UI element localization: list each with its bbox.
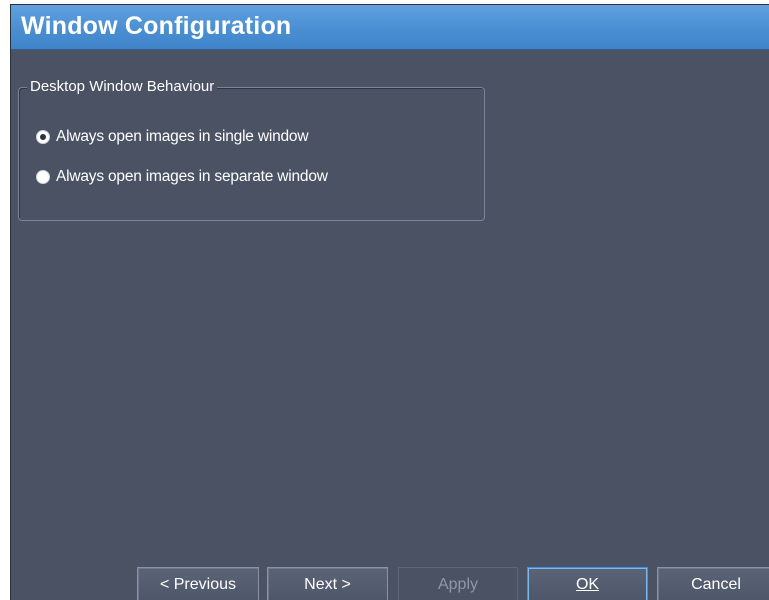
configuration-window: Window Configuration Desktop Window Beha… <box>10 4 769 600</box>
apply-button[interactable]: Apply <box>398 567 518 600</box>
button-bar: < Previous Next > Apply OK Cancel <box>11 565 769 600</box>
previous-button[interactable]: < Previous <box>137 567 259 600</box>
window-title: Window Configuration <box>21 12 292 40</box>
ok-button-label: OK <box>575 576 600 593</box>
cancel-button[interactable]: Cancel <box>657 567 769 600</box>
ok-button[interactable]: OK <box>527 567 648 600</box>
group-label: Desktop Window Behaviour <box>27 78 218 95</box>
radio-single-window[interactable]: Always open images in single window <box>36 127 309 147</box>
desktop-window-behaviour-group: Desktop Window Behaviour Always open ima… <box>18 78 485 221</box>
title-bar: Window Configuration <box>11 5 769 50</box>
radio-separate-window-label: Always open images in separate window <box>56 168 328 185</box>
radio-button-unchecked-icon[interactable] <box>36 170 50 184</box>
radio-single-window-label: Always open images in single window <box>56 128 309 145</box>
radio-separate-window[interactable]: Always open images in separate window <box>36 167 328 187</box>
next-button[interactable]: Next > <box>267 567 388 600</box>
radio-button-checked-icon[interactable] <box>36 130 50 144</box>
